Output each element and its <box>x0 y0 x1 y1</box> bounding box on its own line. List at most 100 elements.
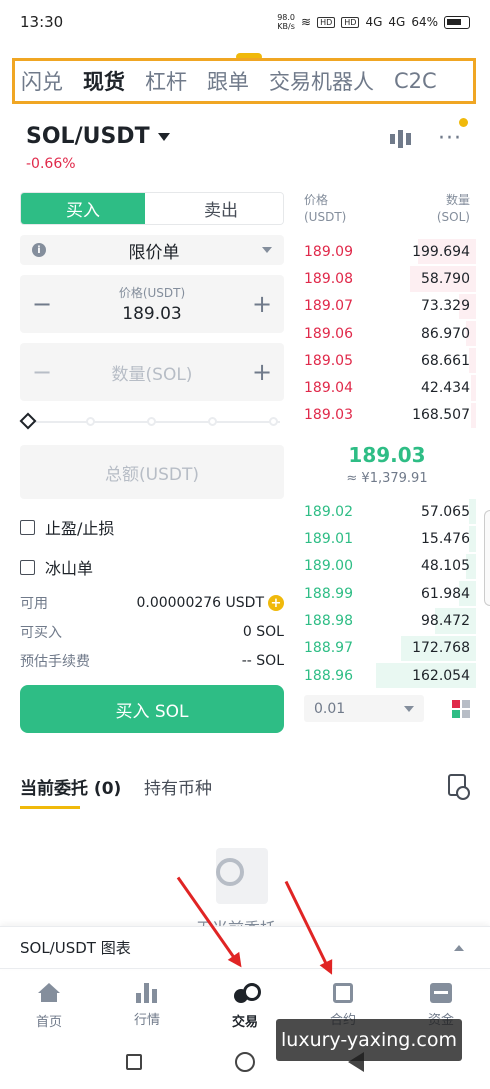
depth-precision-select[interactable]: 0.01 <box>304 695 424 723</box>
bid-price: 188.97 <box>304 640 353 657</box>
nav-markets[interactable]: 行情 <box>98 969 196 1034</box>
ask-row[interactable]: 189.04 42.434 <box>304 374 476 401</box>
tab-convert[interactable]: 闪兑 <box>21 66 63 96</box>
iceberg-checkbox-row[interactable]: 冰山单 <box>20 555 284 579</box>
slider-handle[interactable] <box>19 412 37 430</box>
bid-price: 188.96 <box>304 667 353 684</box>
fee-row: 预估手续费 -- SOL <box>20 651 284 671</box>
bid-row[interactable]: 188.98 98.472 <box>304 607 476 634</box>
tpsl-checkbox[interactable] <box>20 519 35 535</box>
max-buy-value: 0 SOL <box>242 624 284 640</box>
status-time: 13:30 <box>20 13 64 31</box>
status-icons: 98.0 KB/s ≋ HD HD 4G 4G 64% <box>277 13 470 31</box>
nav-home[interactable]: 首页 <box>0 969 98 1034</box>
bid-row[interactable]: 189.00 48.105 <box>304 553 476 580</box>
buy-tab[interactable]: 买入 <box>21 193 145 224</box>
slider-step-25[interactable] <box>86 417 95 426</box>
order-form: 买入 卖出 i 限价单 − 价格(USDT) 189.03 + − 数量(SOL… <box>19 192 284 733</box>
signal-icon: 4G <box>365 15 383 29</box>
price-caption: 价格(USDT) <box>118 286 186 300</box>
available-row: 可用 0.00000276 USDT + <box>20 593 284 613</box>
edge-drawer-handle[interactable] <box>484 510 490 606</box>
qty-header: 数量 <box>445 193 470 207</box>
tab-copy-trading[interactable]: 跟单 <box>207 66 249 96</box>
ask-row[interactable]: 189.06 86.970 <box>304 320 476 347</box>
side-toggle: 买入 卖出 <box>20 192 284 225</box>
bid-price: 189.01 <box>304 531 353 548</box>
book-layout-icon[interactable] <box>452 699 470 718</box>
price-value: 189.03 <box>122 304 182 324</box>
tab-c2c[interactable]: C2C <box>394 69 437 93</box>
total-input[interactable]: 总额(USDT) <box>20 445 284 499</box>
chevron-down-icon <box>404 705 414 712</box>
max-buy-label: 可买入 <box>20 625 62 641</box>
tpsl-checkbox-row[interactable]: 止盈/止损 <box>20 515 284 539</box>
tab-holdings[interactable]: 持有币种 <box>144 774 212 799</box>
ask-row[interactable]: 189.05 68.661 <box>304 347 476 374</box>
bid-qty: 15.476 <box>421 531 470 548</box>
price-change: -0.66% <box>26 156 76 172</box>
last-price-cny: ≈ ¥1,379.91 <box>346 471 428 487</box>
ask-row[interactable]: 189.07 73.329 <box>304 293 476 320</box>
bid-row[interactable]: 188.96 162.054 <box>304 662 476 689</box>
candlestick-chart-icon[interactable] <box>390 129 416 149</box>
home-button-icon[interactable] <box>234 1051 255 1072</box>
bid-qty: 61.984 <box>421 585 470 602</box>
futures-icon <box>333 983 353 1003</box>
amount-plus-button[interactable]: + <box>252 358 272 386</box>
ask-row[interactable]: 189.09 199.694 <box>304 238 476 265</box>
slider-step-100[interactable] <box>269 417 278 426</box>
price-plus-button[interactable]: + <box>252 290 272 318</box>
tab-spot[interactable]: 现货 <box>83 66 125 96</box>
iceberg-checkbox[interactable] <box>20 559 35 575</box>
ask-price: 189.03 <box>304 407 353 424</box>
trade-mode-tabs: 闪兑 现货 杠杆 跟单 交易机器人 C2C <box>12 58 476 104</box>
network-speed-unit: KB/s <box>277 22 295 31</box>
sell-tab[interactable]: 卖出 <box>145 193 283 224</box>
slider-step-50[interactable] <box>147 417 156 426</box>
info-icon[interactable]: i <box>32 243 46 257</box>
ask-qty: 86.970 <box>421 325 470 342</box>
pair-selector[interactable]: SOL/USDT <box>26 124 170 149</box>
recent-apps-icon[interactable] <box>126 1053 143 1070</box>
bid-qty: 172.768 <box>412 640 470 657</box>
order-type-select[interactable]: i 限价单 <box>20 235 284 265</box>
orders-tabs: 当前委托 (0) 持有币种 <box>20 774 470 814</box>
ask-row[interactable]: 189.08 58.790 <box>304 265 476 292</box>
deposit-plus-icon[interactable]: + <box>268 595 284 611</box>
bid-row[interactable]: 188.99 61.984 <box>304 580 476 607</box>
depth-precision-value: 0.01 <box>314 700 346 717</box>
price-input[interactable]: 价格(USDT) 189.03 <box>119 284 185 324</box>
battery-icon <box>444 15 470 29</box>
qty-unit: (SOL) <box>436 210 470 224</box>
tab-margin[interactable]: 杠杆 <box>145 66 187 96</box>
price-stepper: − 价格(USDT) 189.03 + <box>20 275 284 333</box>
amount-slider[interactable] <box>19 407 284 437</box>
bid-row[interactable]: 188.97 172.768 <box>304 635 476 662</box>
order-history-icon[interactable] <box>448 774 470 800</box>
ask-price: 189.06 <box>304 325 353 342</box>
ask-list: 189.09 199.694 189.08 58.790 189.07 73.329 … <box>304 238 476 429</box>
chevron-up-icon <box>454 944 464 951</box>
amount-input[interactable]: 数量(SOL) <box>112 360 193 385</box>
max-buy-row: 可买入 0 SOL <box>20 622 284 642</box>
price-minus-button[interactable]: − <box>32 290 52 318</box>
tpsl-label: 止盈/止损 <box>45 519 115 538</box>
network-speed: 98.0 KB/s <box>277 13 295 31</box>
price-unit: (USDT) <box>304 210 347 224</box>
slider-step-75[interactable] <box>208 417 217 426</box>
markets-icon <box>136 983 158 1003</box>
tab-trading-bots[interactable]: 交易机器人 <box>269 66 374 96</box>
last-price[interactable]: 189.03 ≈ ¥1,379.91 <box>304 443 470 486</box>
bid-row[interactable]: 189.02 57.065 <box>304 498 476 525</box>
more-icon[interactable]: ··· <box>438 118 468 151</box>
amount-minus-button[interactable]: − <box>32 358 52 386</box>
nav-home-label: 首页 <box>35 1015 62 1030</box>
buy-submit-button[interactable]: 买入 SOL <box>20 685 284 733</box>
price-header: 价格 <box>304 193 329 207</box>
network-speed-value: 98.0 <box>277 13 296 22</box>
ask-row[interactable]: 189.03 168.507 <box>304 402 476 429</box>
tab-open-orders[interactable]: 当前委托 (0) <box>20 774 121 809</box>
bid-row[interactable]: 189.01 15.476 <box>304 525 476 552</box>
available-value: 0.00000276 USDT <box>136 595 264 611</box>
